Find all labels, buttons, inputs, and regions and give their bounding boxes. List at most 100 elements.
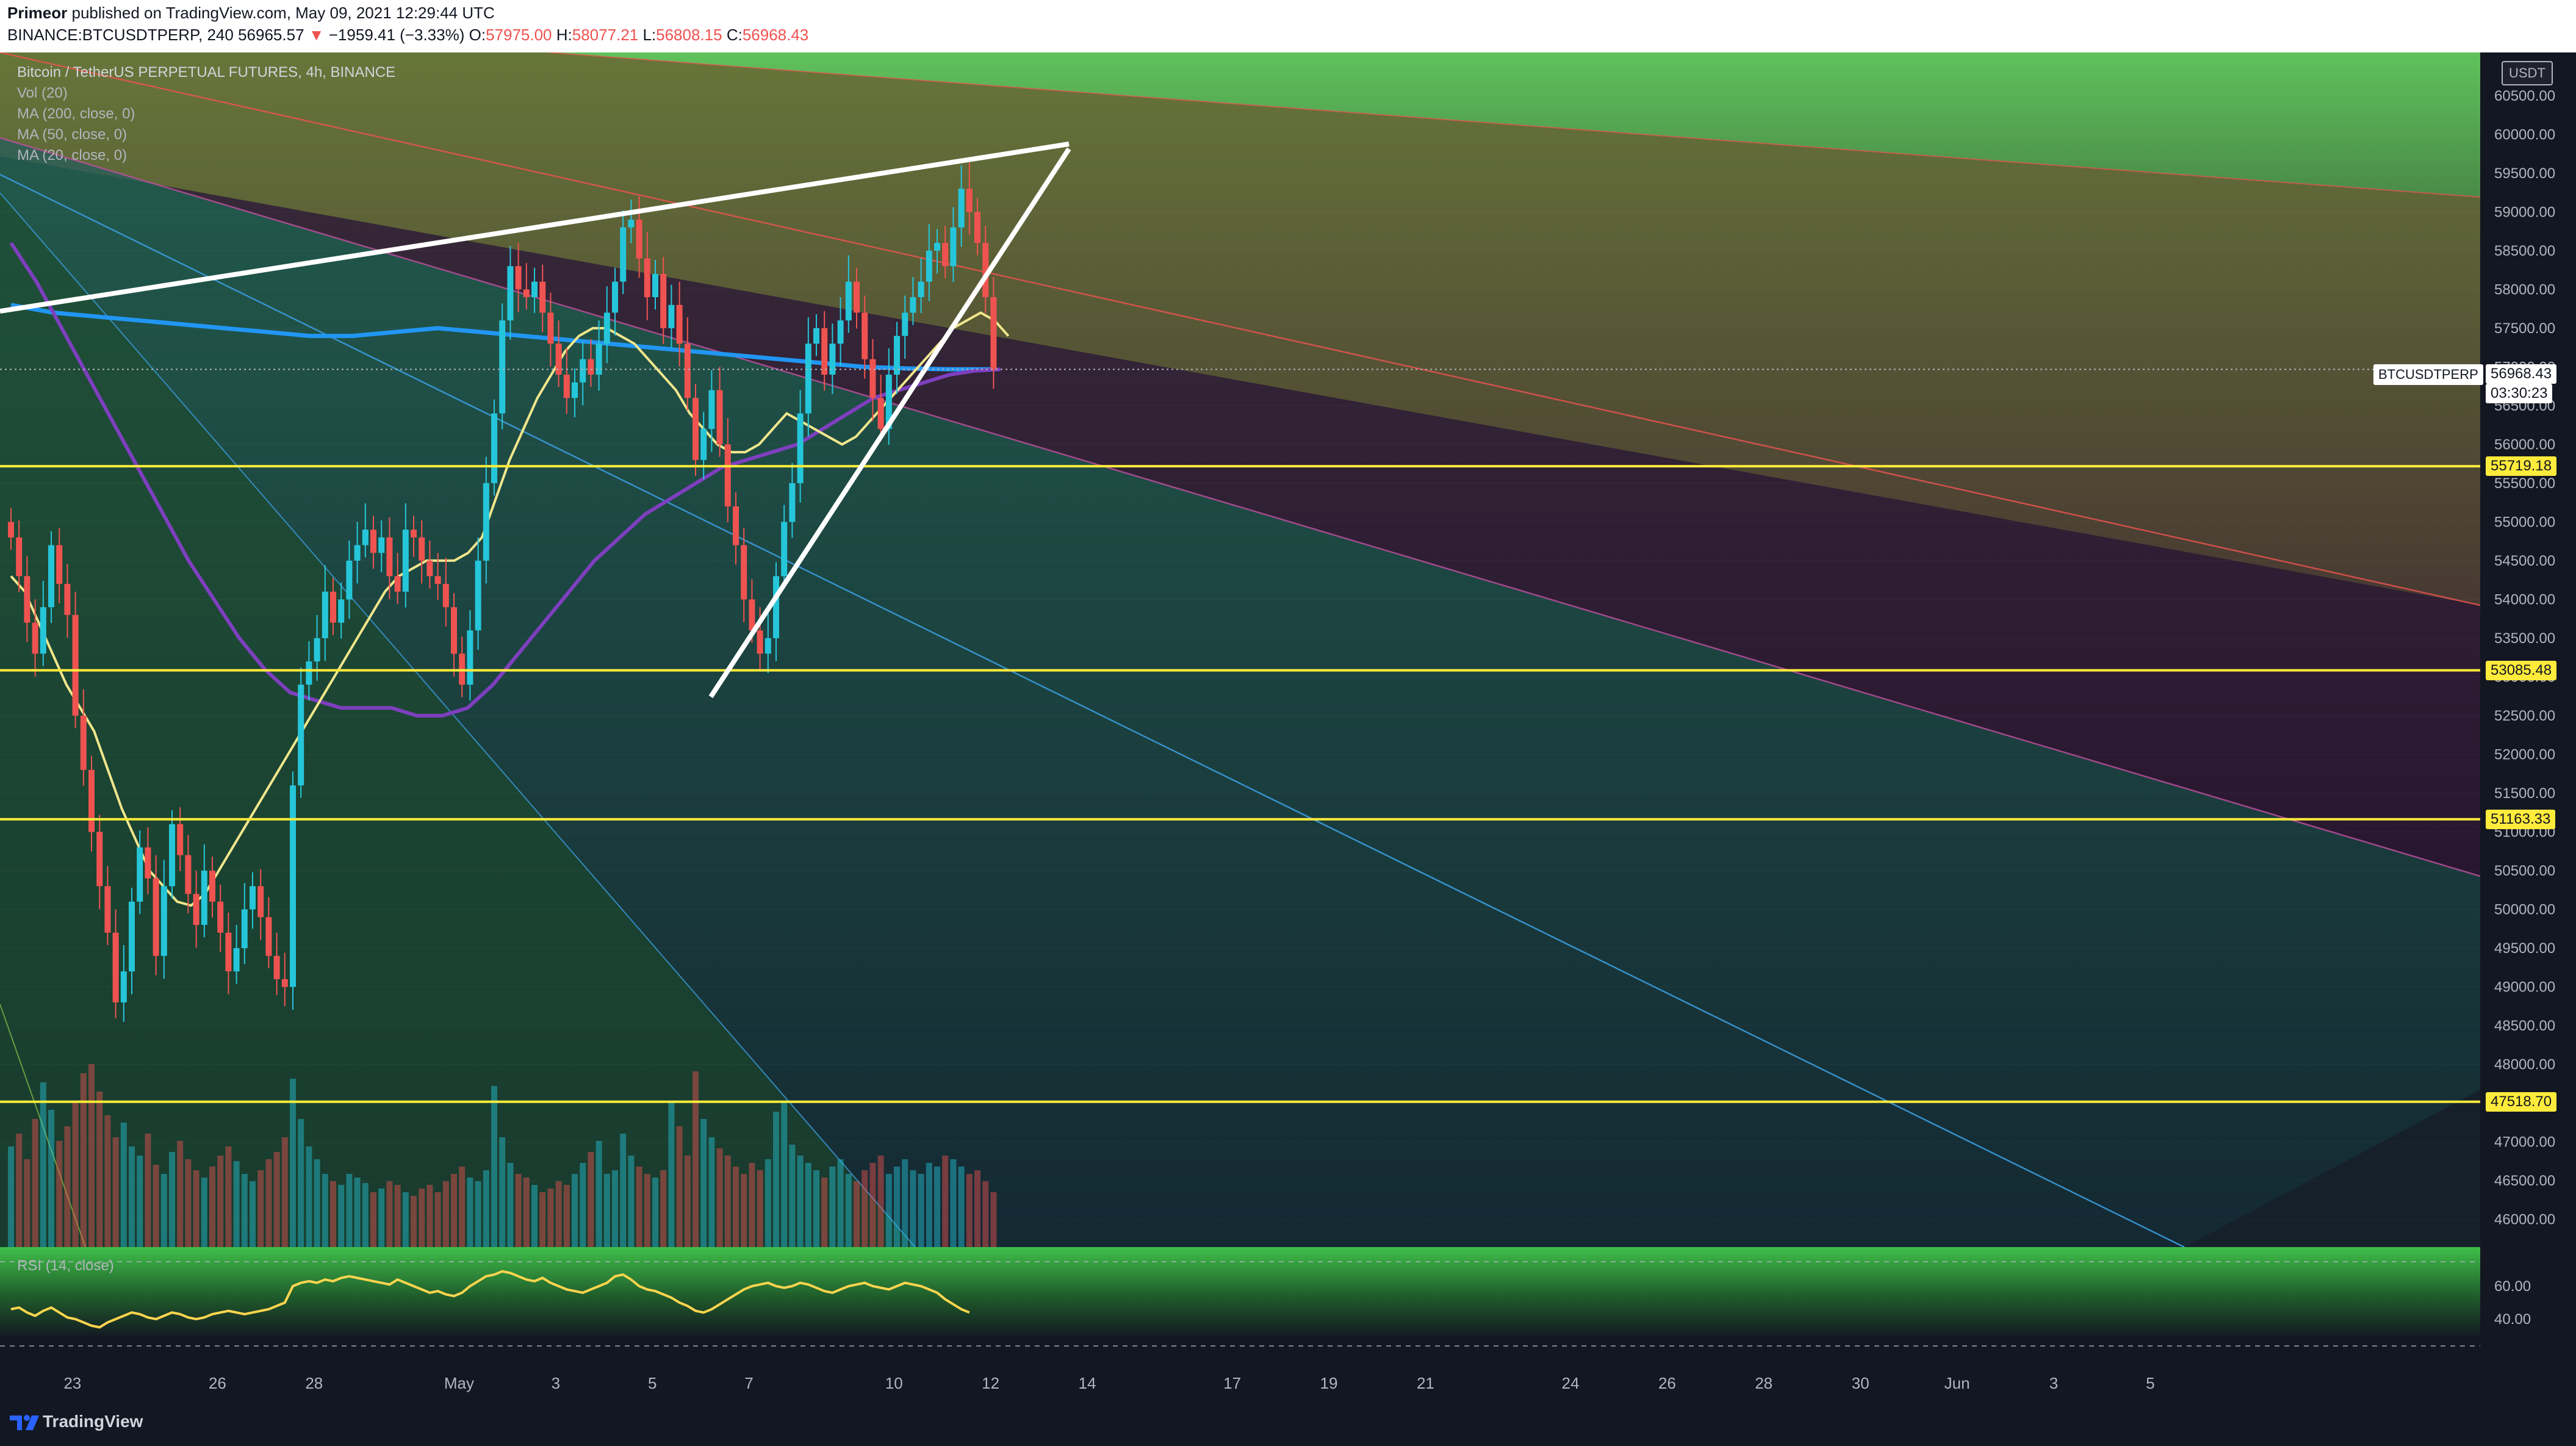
volume-bar-60 bbox=[491, 1086, 497, 1247]
volume-bar-1 bbox=[16, 1134, 23, 1247]
volume-bar-2 bbox=[24, 1159, 31, 1247]
candle-body-97 bbox=[789, 483, 796, 522]
candle-body-103 bbox=[837, 320, 844, 344]
candle-body-81 bbox=[660, 273, 667, 328]
candle-body-89 bbox=[724, 444, 731, 507]
time-axis[interactable] bbox=[0, 1347, 2576, 1398]
time-tick-7: 10 bbox=[885, 1374, 903, 1392]
tradingview-brand[interactable]: TradingView bbox=[43, 1412, 143, 1431]
candle-body-20 bbox=[169, 824, 175, 887]
rsi-tick-0: 60.00 bbox=[2494, 1278, 2531, 1295]
chart-area[interactable]: 60500.00 60000.00 59500.00 59000.00 58500.00… bbox=[0, 51, 2576, 1398]
candle-body-33 bbox=[273, 955, 280, 979]
volume-bar-3 bbox=[32, 1119, 38, 1247]
candle-body-62 bbox=[507, 266, 514, 321]
time-tick-10: 17 bbox=[1223, 1374, 1241, 1392]
candle-body-3 bbox=[32, 622, 38, 654]
volume-bar-81 bbox=[660, 1170, 667, 1247]
volume-bar-26 bbox=[217, 1156, 224, 1247]
candle-body-40 bbox=[330, 591, 336, 623]
candle-body-17 bbox=[145, 847, 151, 879]
volume-bar-15 bbox=[129, 1146, 135, 1247]
volume-bar-71 bbox=[580, 1163, 586, 1247]
price-tick-6: 57500.00 bbox=[2494, 320, 2555, 337]
volume-bar-20 bbox=[169, 1152, 175, 1247]
volume-bar-44 bbox=[362, 1183, 369, 1247]
volume-bar-58 bbox=[475, 1181, 481, 1247]
candle-body-115 bbox=[934, 243, 940, 251]
volume-bar-76 bbox=[620, 1134, 627, 1247]
volume-bar-39 bbox=[322, 1174, 328, 1247]
volume-bar-89 bbox=[724, 1156, 731, 1247]
candle-body-113 bbox=[918, 281, 924, 298]
legend-volume[interactable]: Vol (20) bbox=[17, 83, 395, 104]
price-tick-29: 46000.00 bbox=[2494, 1212, 2555, 1228]
price-change: −1959.41 (−3.33%) bbox=[328, 26, 465, 44]
candle-body-31 bbox=[257, 886, 264, 918]
candle-body-100 bbox=[813, 328, 819, 344]
tradingview-logo-icon[interactable] bbox=[9, 1412, 40, 1433]
volume-bar-18 bbox=[153, 1165, 159, 1247]
rsi-legend: RSI (14, close) bbox=[17, 1256, 114, 1276]
time-tick-13: 24 bbox=[1562, 1374, 1580, 1392]
volume-bar-118 bbox=[958, 1167, 965, 1247]
time-tick-19: 5 bbox=[2146, 1374, 2154, 1392]
volume-bar-117 bbox=[950, 1159, 957, 1247]
volume-bar-121 bbox=[982, 1181, 989, 1247]
volume-bar-74 bbox=[603, 1174, 610, 1247]
legend-title[interactable]: Bitcoin / TetherUS PERPETUAL FUTURES, 4h… bbox=[17, 62, 395, 83]
candle-body-68 bbox=[555, 344, 562, 375]
candle-body-38 bbox=[314, 638, 320, 662]
candle-body-15 bbox=[129, 901, 135, 972]
candle-body-83 bbox=[676, 304, 683, 344]
candle-body-95 bbox=[773, 576, 779, 638]
time-tick-0: 23 bbox=[63, 1374, 81, 1392]
volume-bar-35 bbox=[290, 1079, 296, 1247]
currency-button[interactable]: USDT bbox=[2502, 61, 2553, 85]
time-tick-3: May bbox=[444, 1374, 474, 1392]
published-text: published on TradingView.com, May 09, 20… bbox=[71, 4, 495, 22]
candle-body-1 bbox=[16, 537, 23, 577]
candle-body-76 bbox=[620, 227, 627, 282]
candle-body-18 bbox=[153, 878, 159, 956]
candle-body-10 bbox=[88, 769, 95, 832]
candle-body-50 bbox=[411, 530, 417, 538]
candle-body-99 bbox=[805, 344, 811, 414]
candle-body-13 bbox=[112, 932, 119, 1002]
price-chart[interactable]: 60500.00 60000.00 59500.00 59000.00 58500.00… bbox=[0, 51, 2576, 1398]
price-tick-12: 54500.00 bbox=[2494, 553, 2555, 569]
legend-ma200[interactable]: MA (200, close, 0) bbox=[17, 104, 395, 124]
volume-bar-94 bbox=[765, 1159, 771, 1247]
volume-bar-107 bbox=[869, 1163, 876, 1247]
volume-bar-10 bbox=[88, 1064, 95, 1247]
volume-bar-110 bbox=[894, 1167, 900, 1247]
candle-body-4 bbox=[40, 607, 46, 654]
legend-ma20[interactable]: MA (20, close, 0) bbox=[17, 145, 395, 166]
price-tick-2: 59500.00 bbox=[2494, 165, 2555, 182]
volume-bar-56 bbox=[459, 1167, 466, 1247]
legend-ma50[interactable]: MA (50, close, 0) bbox=[17, 124, 395, 145]
author-name[interactable]: Primeor bbox=[7, 4, 67, 22]
publish-info: Primeor published on TradingView.com, Ma… bbox=[7, 4, 495, 23]
rsi-label[interactable]: RSI (14, close) bbox=[17, 1256, 114, 1276]
volume-bar-101 bbox=[821, 1178, 828, 1247]
close-label: C: bbox=[726, 26, 743, 44]
price-tick-11: 55000.00 bbox=[2494, 514, 2555, 530]
price-tick-24: 48500.00 bbox=[2494, 1018, 2555, 1034]
volume-bar-53 bbox=[434, 1192, 441, 1247]
volume-bar-8 bbox=[72, 1101, 79, 1247]
support-badge-3: 47518.70 bbox=[2486, 1092, 2557, 1112]
candle-body-77 bbox=[628, 220, 635, 228]
volume-bar-49 bbox=[402, 1192, 409, 1247]
time-tick-14: 26 bbox=[1658, 1374, 1676, 1392]
candle-body-7 bbox=[64, 584, 71, 615]
candle-body-73 bbox=[595, 344, 602, 375]
volume-bar-37 bbox=[306, 1146, 312, 1247]
volume-bar-50 bbox=[411, 1196, 417, 1247]
candle-body-27 bbox=[225, 932, 232, 972]
volume-bar-68 bbox=[555, 1181, 562, 1247]
current-price-badge: 56968.43 bbox=[2486, 364, 2557, 384]
candle-body-65 bbox=[531, 281, 538, 298]
candle-body-116 bbox=[942, 243, 949, 267]
volume-bar-59 bbox=[483, 1170, 489, 1247]
